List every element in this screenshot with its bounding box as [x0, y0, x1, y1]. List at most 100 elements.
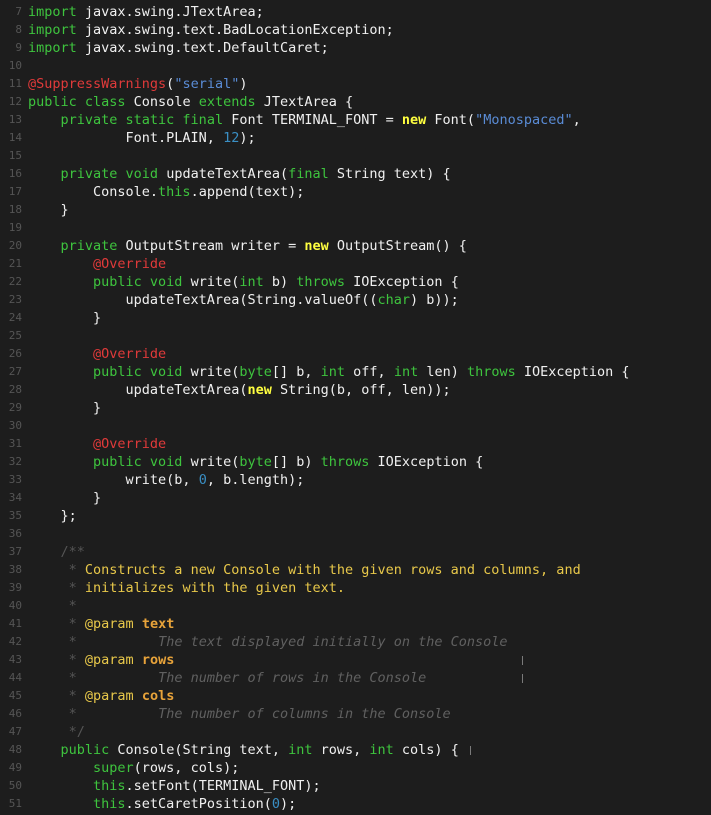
code-line[interactable]: 41 * @param text	[0, 615, 711, 633]
code-token: updateTextArea(	[158, 166, 289, 182]
code-line[interactable]: 49 super(rows, cols);	[0, 759, 711, 777]
code-line[interactable]: 43 * @param rows	[0, 651, 711, 669]
line-number: 16	[8, 167, 22, 180]
code-line[interactable]: 48 public Console(String text, int rows,…	[0, 741, 711, 759]
code-line[interactable]: 23 updateTextArea(String.valueOf((char) …	[0, 291, 711, 309]
code-line[interactable]: 18 }	[0, 201, 711, 219]
code-line[interactable]: 51 this.setCaretPosition(0);	[0, 795, 711, 813]
code-token: *	[68, 634, 77, 650]
line-number: 46	[8, 707, 22, 720]
code-line[interactable]: 46 * The number of columns in the Consol…	[0, 705, 711, 723]
code-text: * @param text	[28, 615, 175, 633]
code-line[interactable]: 47 */	[0, 723, 711, 741]
code-token: import	[28, 22, 77, 38]
code-line[interactable]: 8 import javax.swing.text.BadLocationExce…	[0, 21, 711, 39]
code-token: )	[239, 76, 248, 92]
code-line[interactable]: 11 @SuppressWarnings("serial")	[0, 75, 711, 93]
line-number: 45	[8, 689, 22, 702]
code-token: javax.swing.text.DefaultCaret;	[76, 40, 329, 56]
code-line[interactable]: 31 @Override	[0, 435, 711, 453]
code-line[interactable]: 19	[0, 219, 711, 237]
line-number: 34	[8, 491, 22, 504]
code-token: The text displayed initially on the Cons…	[158, 634, 508, 650]
code-line[interactable]: 39 * initializes with the given text.	[0, 579, 711, 597]
code-token: int	[288, 742, 313, 758]
code-token: Console(String text,	[109, 742, 289, 758]
code-editor[interactable]: 7 import javax.swing.JTextArea; 8 import ja…	[0, 0, 711, 815]
code-text: };	[28, 507, 77, 525]
code-line[interactable]: 16 private void updateTextArea(final Str…	[0, 165, 711, 183]
code-token: len)	[418, 364, 467, 380]
code-line[interactable]: 26 @Override	[0, 345, 711, 363]
code-token: public void	[93, 364, 183, 380]
code-text: import javax.swing.text.BadLocationExcep…	[28, 21, 394, 39]
code-line[interactable]: 20 private OutputStream writer = new Out…	[0, 237, 711, 255]
code-line[interactable]: 7 import javax.swing.JTextArea;	[0, 3, 711, 21]
code-line[interactable]: 50 this.setFont(TERMINAL_FONT);	[0, 777, 711, 795]
code-token: Constructs a new Console with the given …	[84, 562, 581, 578]
code-line[interactable]: 29 }	[0, 399, 711, 417]
code-token: Font(	[426, 112, 476, 128]
code-token: , b.length);	[206, 472, 305, 488]
code-line[interactable]: 42 * The text displayed initially on the…	[0, 633, 711, 651]
code-token: cols) {	[393, 742, 459, 758]
code-line[interactable]: 13 private static final Font TERMINAL_FO…	[0, 111, 711, 129]
code-line[interactable]: 17 Console.this.append(text);	[0, 183, 711, 201]
code-line[interactable]: 33 write(b, 0, b.length);	[0, 471, 711, 489]
code-token: write(	[182, 454, 240, 470]
code-token: OutputStream writer =	[117, 238, 305, 254]
code-token: }	[28, 202, 69, 218]
wrap-guide-mark	[522, 674, 523, 683]
line-number: 10	[8, 59, 22, 72]
code-line[interactable]: 34 }	[0, 489, 711, 507]
code-line[interactable]: 32 public void write(byte[] b) throws IO…	[0, 453, 711, 471]
code-line[interactable]: 40 *	[0, 597, 711, 615]
code-text: private void updateTextArea(final String…	[28, 165, 451, 183]
code-token: *	[68, 652, 85, 668]
code-line[interactable]: 27 public void write(byte[] b, int off, …	[0, 363, 711, 381]
code-token: @param	[84, 688, 142, 704]
line-number: 47	[8, 725, 22, 738]
code-line[interactable]: 44 * The number of rows in the Console	[0, 669, 711, 687]
line-number: 32	[8, 455, 22, 468]
code-text: /**	[28, 543, 85, 561]
code-text: * @param cols	[28, 687, 175, 705]
code-token: throws	[320, 454, 370, 470]
code-line[interactable]: 14 Font.PLAIN, 12);	[0, 129, 711, 147]
line-number: 21	[8, 257, 22, 270]
code-line[interactable]: 22 public void write(int b) throws IOExc…	[0, 273, 711, 291]
code-line[interactable]: 36	[0, 525, 711, 543]
code-line[interactable]: 24 }	[0, 309, 711, 327]
code-token: write(	[182, 274, 240, 290]
code-line[interactable]: 21 @Override	[0, 255, 711, 273]
code-line[interactable]: 12 public class Console extends JTextArea…	[0, 93, 711, 111]
code-token: @param	[84, 616, 142, 632]
code-text: updateTextArea(new String(b, off, len));	[28, 381, 451, 399]
line-number: 11	[8, 77, 22, 90]
code-line[interactable]: 45 * @param cols	[0, 687, 711, 705]
code-token: }	[28, 490, 102, 506]
code-token: *	[68, 598, 77, 614]
code-token: Font TERMINAL_FONT =	[223, 112, 402, 128]
line-number: 43	[8, 653, 22, 666]
code-text: }	[28, 399, 101, 417]
line-number: 19	[8, 221, 22, 234]
code-line[interactable]: 37 /**	[0, 543, 711, 561]
code-line[interactable]: 25	[0, 327, 711, 345]
code-line[interactable]: 38 * Constructs a new Console with the g…	[0, 561, 711, 579]
code-line[interactable]: 15	[0, 147, 711, 165]
code-token: ) b));	[410, 292, 459, 308]
code-line[interactable]: 30	[0, 417, 711, 435]
code-token: text	[141, 616, 175, 632]
code-token: this	[93, 778, 126, 794]
code-line[interactable]: 35 };	[0, 507, 711, 525]
code-line[interactable]: 10	[0, 57, 711, 75]
code-token: (rows, cols);	[133, 760, 240, 776]
code-line[interactable]: 9 import javax.swing.text.DefaultCaret;	[0, 39, 711, 57]
code-line[interactable]: 28 updateTextArea(new String(b, off, len…	[0, 381, 711, 399]
